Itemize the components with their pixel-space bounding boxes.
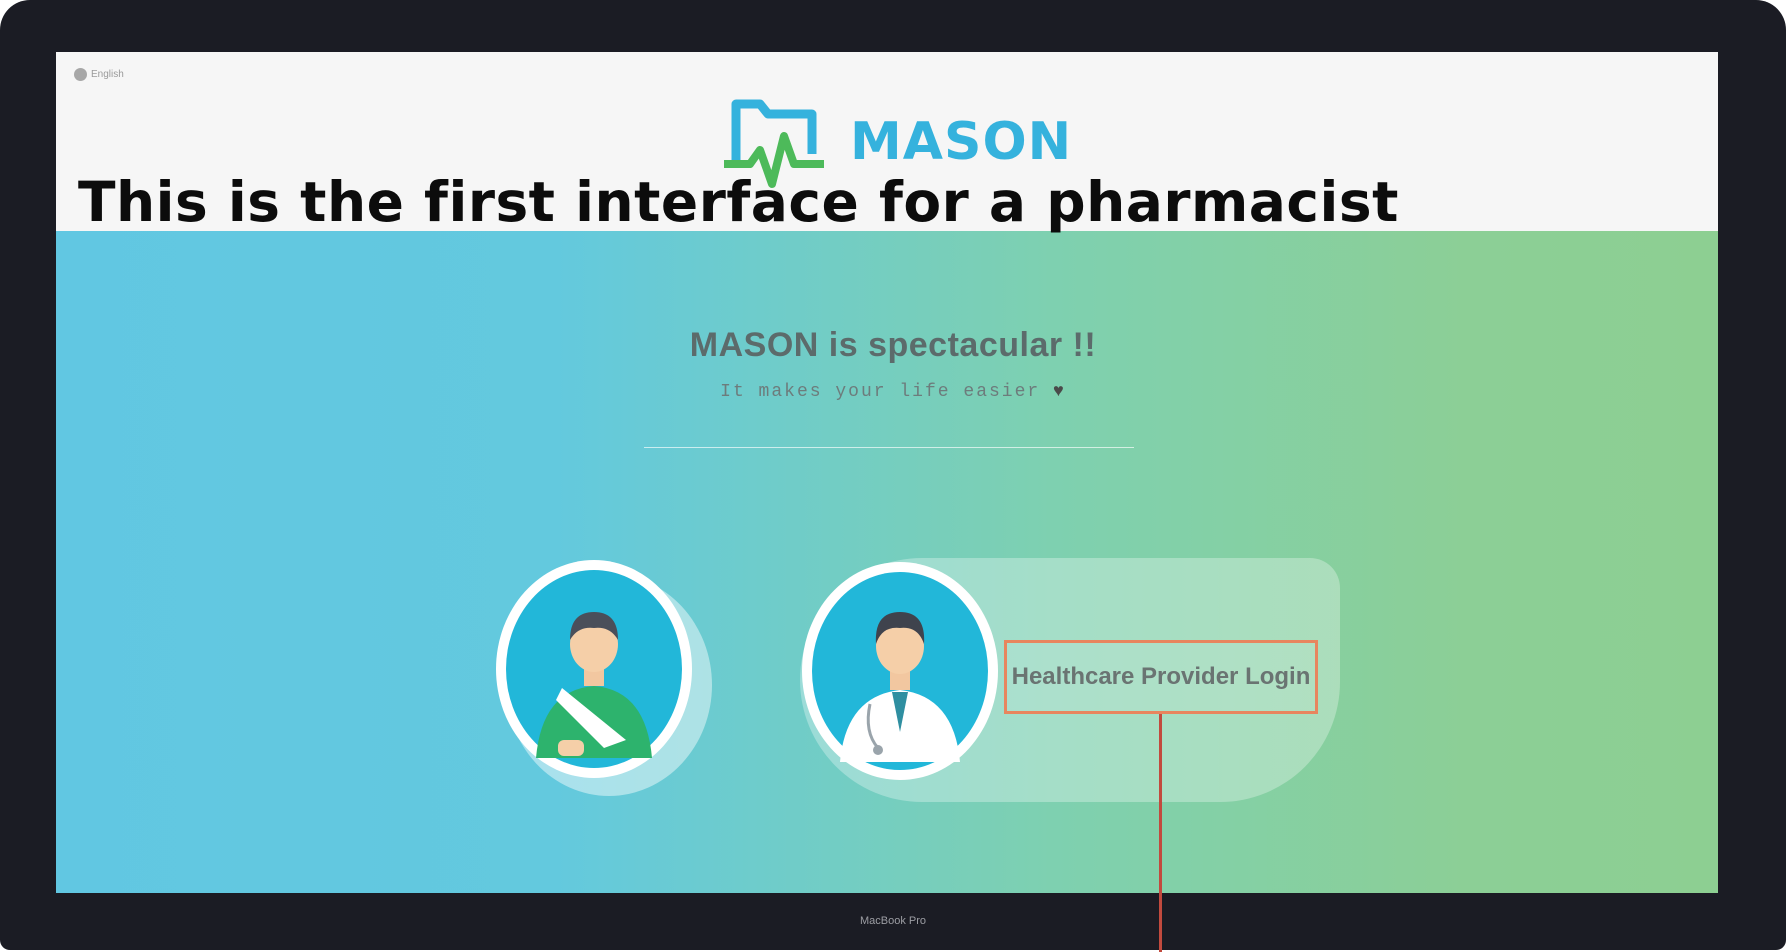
device-label: MacBook Pro: [859, 915, 927, 927]
language-selector[interactable]: English: [74, 68, 124, 81]
globe-icon: [74, 68, 87, 81]
patient-login-option[interactable]: [496, 560, 714, 796]
doctor-avatar-icon: [812, 572, 988, 770]
patient-avatar-icon: [506, 570, 682, 768]
heart-icon: ♥: [1053, 382, 1066, 402]
laptop-frame: English MASON MacBook Pro: [0, 0, 1786, 950]
annotation-pointer: [1159, 714, 1162, 952]
hero-tagline: MASON is spectacular !!: [689, 326, 1097, 364]
hero-subtagline: It makes your life easier ♥: [0, 382, 1786, 402]
subtagline-text: It makes your life easier: [720, 382, 1041, 402]
doctor-avatar[interactable]: [802, 562, 998, 780]
language-label: English: [91, 69, 124, 80]
hero-divider: [644, 447, 1134, 448]
healthcare-provider-login-button[interactable]: Healthcare Provider Login: [1004, 640, 1318, 714]
brand-name: MASON: [850, 112, 1073, 172]
patient-avatar[interactable]: [496, 560, 692, 778]
annotation-caption: This is the first interface for a pharma…: [78, 170, 1399, 234]
